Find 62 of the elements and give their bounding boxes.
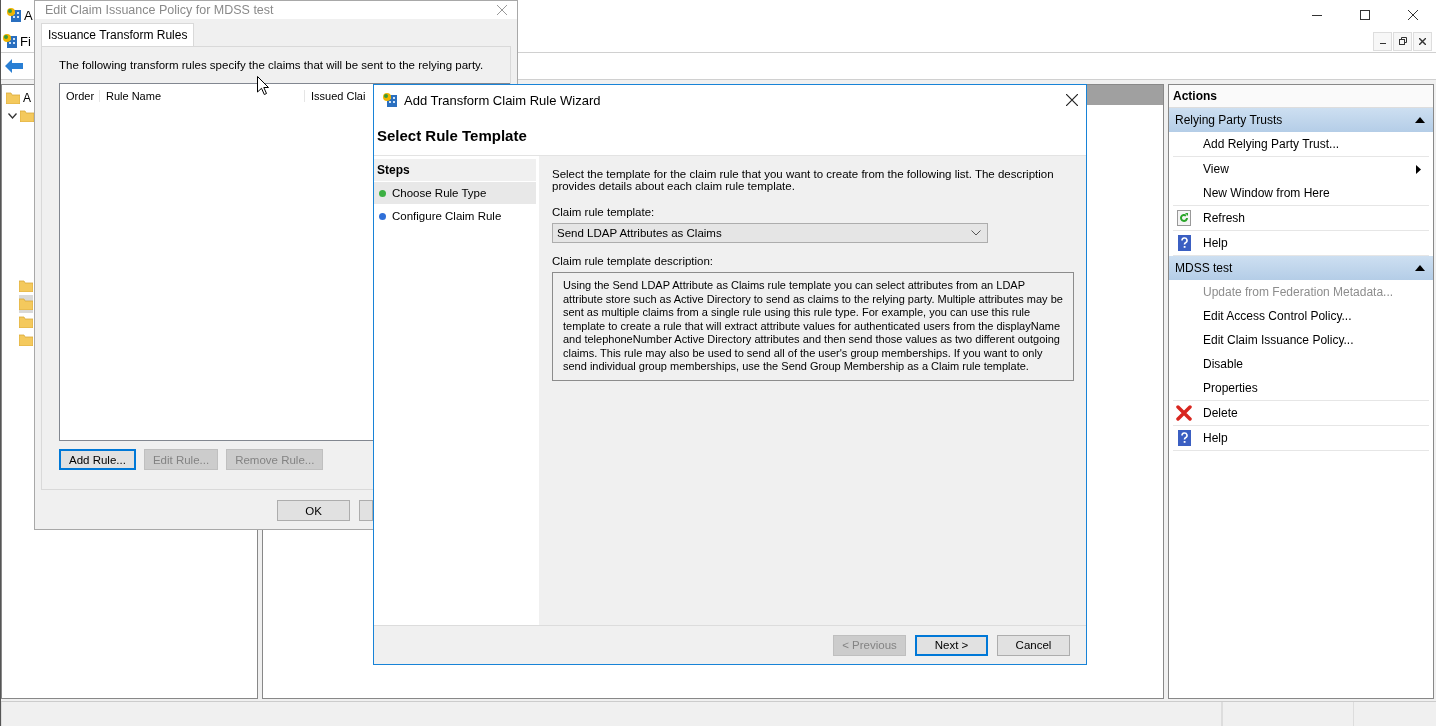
action-item[interactable]: Refresh — [1173, 206, 1429, 230]
minimize-icon[interactable] — [1312, 14, 1322, 16]
dialog-button[interactable]: OK — [277, 500, 350, 521]
action-item[interactable]: Help — [1173, 426, 1429, 450]
close-icon[interactable] — [1408, 10, 1418, 20]
folder-icon — [6, 92, 20, 104]
chevron-down-icon[interactable] — [8, 113, 17, 119]
intro-text: Select the template for the claim rule that you want to create from the following list. The description provides details about each claim rule template. — [552, 168, 1055, 192]
action-item[interactable]: Properties — [1173, 376, 1429, 400]
steps-title: Steps — [374, 159, 536, 181]
app-icon — [6, 7, 22, 23]
cursor-icon — [257, 76, 269, 95]
step-item[interactable]: Choose Rule Type — [374, 182, 536, 204]
folder-icon — [20, 110, 34, 122]
maximize-icon[interactable] — [1360, 10, 1370, 20]
app-icon — [382, 92, 398, 108]
help-icon — [1177, 235, 1191, 251]
action-item[interactable]: Help — [1173, 231, 1429, 255]
collapse-icon[interactable] — [1415, 265, 1425, 271]
window-title: A — [24, 7, 33, 23]
menu-item[interactable]: Fi — [20, 33, 31, 49]
template-description: Using the Send LDAP Attribute as Claims rule template you can select attributes from an LDAP attribute store such as Active Directory to send as claims to the relying party. Multiple attributes may be sent as multiple claims from a single rule using this rule type. For example, you can use this rule template to create a rule that will extract attribute values for authenticated users from the displayName and telephoneNumber Active Directory attributes and then send those values as two different outgoing claims. This rule may also be used to send all of the user's group memberships. If you want to only send individual group memberships, use the Send Group Membership as a Claim rule template. — [552, 272, 1074, 381]
dialog-button[interactable]: Next > — [915, 634, 988, 656]
action-item[interactable]: Disable — [1173, 352, 1429, 376]
folder-icon — [19, 298, 33, 310]
action-item[interactable]: Edit Claim Issuance Policy... — [1173, 328, 1429, 352]
collapse-icon[interactable] — [1415, 117, 1425, 123]
dialog-button[interactable]: Cancel — [997, 634, 1070, 656]
section-header[interactable]: Relying Party Trusts — [1169, 108, 1433, 132]
folder-icon — [19, 280, 33, 292]
field-label: Claim rule template description: — [552, 255, 715, 267]
delete-icon — [1176, 405, 1192, 421]
dialog-title: Edit Claim Issuance Policy for MDSS test — [45, 3, 274, 17]
help-icon — [1177, 430, 1191, 446]
folder-icon — [19, 316, 33, 328]
action-item[interactable]: Add Relying Party Trust... — [1173, 132, 1429, 156]
column-header[interactable]: Order — [60, 90, 100, 102]
column-header[interactable]: Issued Clai — [305, 90, 366, 102]
close-icon — [1419, 37, 1426, 45]
restore-icon — [1398, 37, 1407, 45]
tab[interactable]: Issuance Transform Rules — [41, 23, 195, 46]
action-item[interactable]: Delete — [1173, 401, 1429, 425]
section-header[interactable]: MDSS test — [1169, 256, 1433, 280]
section-title: MDSS test — [1175, 261, 1233, 275]
restore-button[interactable] — [1393, 31, 1412, 51]
close-button[interactable] — [1066, 94, 1078, 106]
action-item[interactable]: View — [1173, 157, 1429, 181]
action-item[interactable]: New Window from Here — [1173, 181, 1429, 205]
chevron-down-icon — [971, 230, 981, 236]
description-text: The following transform rules specify the claims that will be sent to the relying party. — [59, 59, 485, 71]
section-title: Relying Party Trusts — [1175, 113, 1283, 127]
folder-icon — [19, 334, 33, 346]
refresh-icon — [1177, 210, 1191, 226]
tree-item[interactable]: A — [6, 89, 31, 107]
dialog-button[interactable]: Add Rule... — [59, 449, 136, 470]
back-arrow-icon[interactable] — [5, 59, 23, 73]
pane-title: Actions — [1169, 85, 1433, 108]
submenu-arrow-icon — [1416, 164, 1421, 174]
action-item[interactable]: Edit Access Control Policy... — [1173, 304, 1429, 328]
field-label: Claim rule template: — [552, 206, 656, 218]
app-icon — [2, 33, 18, 49]
template-select[interactable]: Send LDAP Attributes as Claims — [552, 223, 988, 243]
